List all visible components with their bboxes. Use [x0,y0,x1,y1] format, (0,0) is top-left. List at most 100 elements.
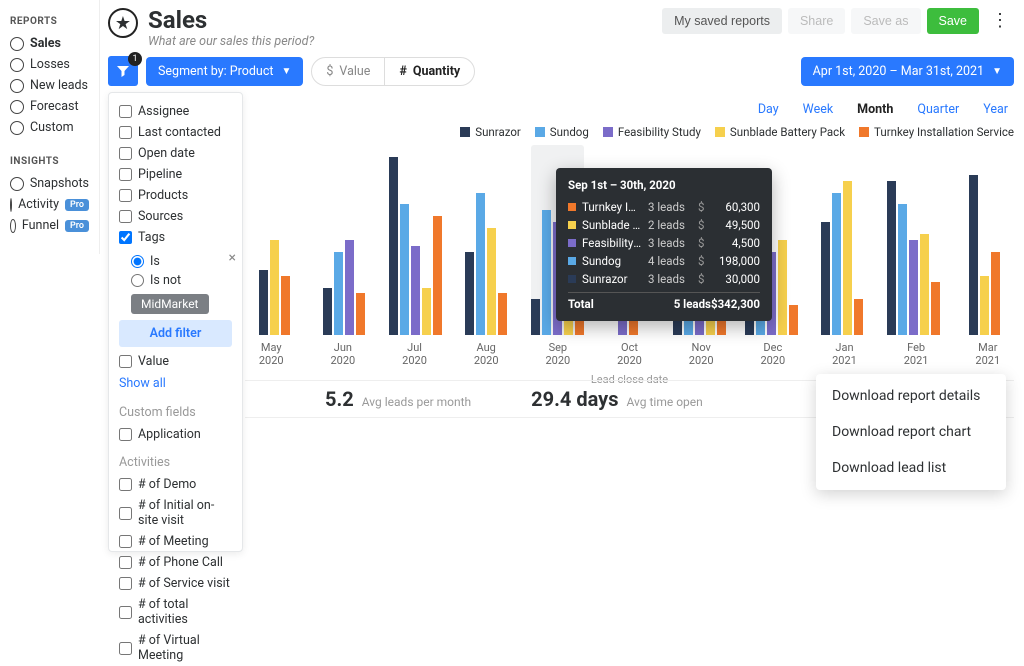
bar[interactable] [920,234,929,335]
field-tags[interactable]: Tags [119,227,232,248]
bar[interactable] [334,252,343,335]
bar[interactable] [433,216,442,335]
field-assignee[interactable]: Assignee [119,101,232,122]
bar[interactable] [980,276,989,335]
value-quantity-toggle: $ Value # Quantity [311,57,475,86]
bar[interactable] [356,293,365,335]
sidebar-item-new-leads[interactable]: New leads [10,75,89,96]
field-open-date[interactable]: Open date [119,143,232,164]
bar[interactable] [498,293,507,335]
bar[interactable] [854,299,863,335]
circle-icon [10,219,16,233]
field-last-contacted[interactable]: Last contacted [119,122,232,143]
month-group[interactable] [249,145,300,335]
granularity-quarter[interactable]: Quarter [917,102,959,117]
x-tick-label: Dec2020 [747,341,799,367]
month-group[interactable] [319,145,370,335]
granularity-month[interactable]: Month [857,102,893,117]
add-filter-button[interactable]: Add filter [119,320,232,347]
chart-legend: SunrazorSundogFeasibility StudySunblade … [245,125,1014,145]
month-group[interactable] [817,145,868,335]
segment-by-dropdown[interactable]: Segment by: Product ▼ [146,57,303,86]
bar[interactable] [789,305,798,335]
is-not-radio[interactable]: Is not [131,271,232,290]
chart-tooltip: Sep 1st – 30th, 2020 Turnkey Installatio… [556,168,772,321]
value-toggle[interactable]: $ Value [312,58,384,85]
save-as-button[interactable]: Save as [851,8,920,34]
month-group[interactable] [461,145,512,335]
field-sources[interactable]: Sources [119,206,232,227]
download-option[interactable]: Download report chart [816,414,1006,450]
tag-chip[interactable]: MidMarket [131,294,209,314]
sidebar-item-forecast[interactable]: Forecast [10,96,89,117]
field-products[interactable]: Products [119,185,232,206]
activity-check[interactable]: # of Demo [119,474,232,495]
tooltip-row: Turnkey Installation Service3 leads$60,3… [568,198,760,216]
bar[interactable] [422,288,431,336]
bar[interactable] [281,276,290,335]
bar[interactable] [832,193,841,336]
month-group[interactable] [389,145,442,335]
filter-toggle-button[interactable]: 1 [108,56,138,86]
show-all-link[interactable]: Show all [119,372,232,395]
field-value[interactable]: Value [119,351,232,372]
sidebar-item-losses[interactable]: Losses [10,54,89,75]
bar[interactable] [898,204,907,335]
sidebar-item-funnel[interactable]: FunnelPro [10,215,89,236]
granularity-day[interactable]: Day [758,102,779,117]
activity-check[interactable]: # of Meeting [119,531,232,552]
bar[interactable] [887,181,896,335]
activity-check[interactable]: # of total activities [119,594,232,630]
is-radio[interactable]: Is [131,252,232,271]
x-tick-label: Sep2020 [532,341,584,367]
bar[interactable] [821,222,830,335]
quantity-toggle[interactable]: # Quantity [384,58,474,85]
download-option[interactable]: Download lead list [816,450,1006,486]
sidebar-item-sales[interactable]: Sales [10,33,89,54]
bar[interactable] [909,240,918,335]
granularity-year[interactable]: Year [983,102,1008,117]
date-range-picker[interactable]: Apr 1st, 2020 – Mar 31st, 2021 ▼ [801,57,1014,86]
month-group[interactable] [887,145,940,335]
field-pipeline[interactable]: Pipeline [119,164,232,185]
bar[interactable] [476,193,485,336]
bar[interactable] [411,246,420,335]
swatch-icon [460,127,470,137]
bar[interactable] [969,175,978,335]
bar[interactable] [270,240,279,335]
bar[interactable] [345,240,354,335]
bar[interactable] [991,252,1000,335]
download-option[interactable]: Download report details [816,378,1006,414]
date-range-label: Apr 1st, 2020 – Mar 31st, 2021 [813,64,984,79]
save-button[interactable]: Save [927,8,980,34]
bar[interactable] [542,210,551,335]
more-menu-icon[interactable]: ⋮ [985,6,1014,35]
bar[interactable] [323,288,332,336]
bar[interactable] [400,204,409,335]
my-saved-reports-button[interactable]: My saved reports [662,8,782,34]
circle-icon [10,121,24,135]
bar[interactable] [931,282,940,335]
bar[interactable] [531,299,540,335]
bar[interactable] [259,270,268,335]
legend-item: Turnkey Installation Service [859,125,1014,139]
customfield-application[interactable]: Application [119,424,232,445]
activity-check[interactable]: # of Initial on-site visit [119,495,232,531]
legend-item: Feasibility Study [603,125,701,139]
activity-check[interactable]: # of Service visit [119,573,232,594]
bar[interactable] [843,181,852,335]
bar[interactable] [487,228,496,335]
bar[interactable] [778,240,787,335]
close-icon[interactable]: × [229,250,236,266]
bar[interactable] [389,157,398,335]
share-button[interactable]: Share [788,8,845,34]
granularity-week[interactable]: Week [803,102,834,117]
x-tick-label: Feb2021 [890,341,942,367]
sidebar-item-custom[interactable]: Custom [10,117,89,138]
activity-check[interactable]: # of Virtual Meeting [119,630,232,666]
month-group[interactable] [959,145,1010,335]
filter-count-badge: 1 [128,52,142,66]
sidebar-item-snapshots[interactable]: Snapshots [10,173,89,194]
bar[interactable] [465,252,474,335]
sidebar-item-activity[interactable]: ActivityPro [10,194,89,215]
